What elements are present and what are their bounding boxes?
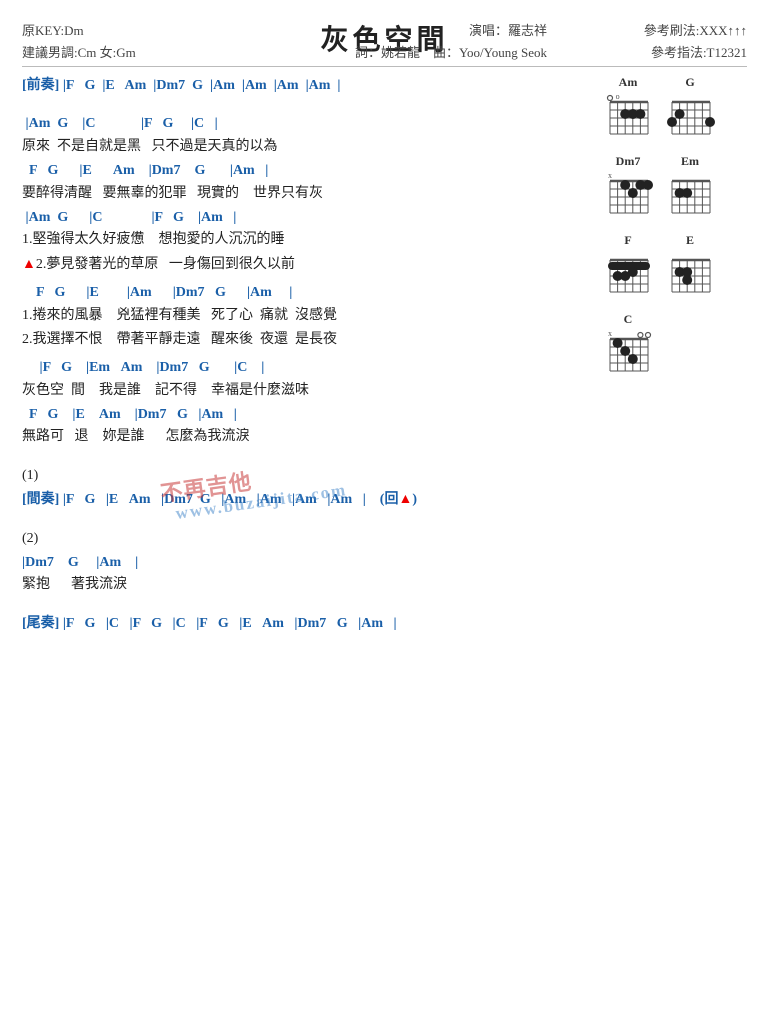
dm7-label: Dm7 (616, 154, 641, 169)
am-svg: o (602, 92, 654, 144)
em-label: Em (681, 154, 699, 169)
verse1-chord3: |Am G |C |F G |Am | (22, 207, 592, 229)
f-grid (602, 250, 654, 302)
bridge-chord1: |F G |Em Am |Dm7 G |C | (22, 357, 592, 379)
key-info: 原KEY:Dm 建議男調:Cm 女:Gm (22, 20, 136, 64)
c-grid: x (602, 329, 654, 381)
interlude-section: (1) [間奏] |F G |E Am |Dm7 G |Am |Am |Am |… (22, 465, 592, 512)
ref-info: 參考刷法:XXX↑↑↑ 參考指法:T12321 (644, 20, 747, 64)
chorus-chord1: F G |E |Am |Dm7 G |Am | (22, 282, 592, 304)
chord-am: Am (602, 75, 654, 144)
performer: 演唱：羅志祥 (355, 20, 547, 42)
main-content: [前奏] |F G |E Am |Dm7 G |Am |Am |Am |Am |… (22, 75, 747, 641)
section2-lyric: 緊抱 著我流淚 (22, 574, 592, 596)
dm7-svg: x (602, 171, 654, 223)
bridge-lyric2: 無路可 退 妳是誰 怎麼為我流淚 (22, 426, 592, 448)
dm7-grid: x (602, 171, 654, 223)
outro-label: [尾奏] (22, 616, 59, 631)
svg-text:x: x (608, 329, 612, 338)
svg-text:x: x (608, 171, 612, 180)
f-svg (602, 250, 654, 302)
am-grid: o (602, 92, 654, 144)
am-label: Am (619, 75, 638, 90)
bridge-section: |F G |Em Am |Dm7 G |C | 灰色空 間 我是誰 記不得 幸福… (22, 357, 592, 449)
intro-section: [前奏] |F G |E Am |Dm7 G |Am |Am |Am |Am | (22, 75, 592, 97)
em-svg (664, 171, 716, 223)
composed-by: 曲：Yoo/Young Seok (433, 45, 547, 60)
bridge-lyric1: 灰色空 間 我是誰 記不得 幸福是什麼滋味 (22, 380, 592, 402)
verse1-lyric3-1: 1.堅強得太久好疲憊 想抱愛的人沉沉的睡 (22, 229, 592, 251)
chord-c: C (602, 312, 654, 381)
e-label: E (686, 233, 694, 248)
diagram-row-1: Am (602, 75, 747, 144)
interlude-label: (1) (22, 465, 592, 487)
verse1-lyric3-2: ▲2.夢見發著光的草原 一身傷回到很久以前 (22, 254, 592, 276)
song-body: [前奏] |F G |E Am |Dm7 G |Am |Am |Am |Am |… (22, 75, 592, 641)
verse1-section: |Am G |C |F G |C | 原來 不是自就是黑 只不過是天真的以為 F… (22, 113, 592, 276)
section2: (2) |Dm7 G |Am | 緊抱 著我流淚 (22, 528, 592, 597)
fingering: 參考指法:T12321 (644, 42, 747, 64)
chorus-lyric2: 2.我選擇不恨 帶著平靜走遠 醒來後 夜還 是長夜 (22, 329, 592, 351)
diagram-row-2: Dm7 (602, 154, 747, 223)
suggested-key: 建議男調:Cm 女:Gm (22, 42, 136, 64)
verse1-lyric2: 要醉得清醒 要無辜的犯罪 現實的 世界只有灰 (22, 183, 592, 205)
chord-diagrams: Am (592, 75, 747, 641)
g-grid (664, 92, 716, 144)
chord-em: Em (664, 154, 716, 223)
chorus-section: F G |E |Am |Dm7 G |Am | 1.捲來的風暴 兇猛裡有種美 死… (22, 282, 592, 351)
g-label: G (685, 75, 694, 90)
intro-label: [前奏] (22, 78, 59, 93)
verse1-chord2: F G |E Am |Dm7 G |Am | (22, 160, 592, 182)
strumming: 參考刷法:XXX↑↑↑ (644, 20, 747, 42)
f-label: F (624, 233, 631, 248)
bridge-chord2: F G |E Am |Dm7 G |Am | (22, 404, 592, 426)
chord-f: F (602, 233, 654, 302)
interlude-line: [間奏] |F G |E Am |Dm7 G |Am |Am |Am |Am |… (22, 489, 592, 511)
verse1-lyric3-2-text: 2.夢見發著光的草原 一身傷回到很久以前 (36, 257, 295, 272)
g-svg (664, 92, 716, 144)
chord-dm7: Dm7 (602, 154, 654, 223)
outro-section: [尾奏] |F G |C |F G |C |F G |E Am |Dm7 G |… (22, 613, 592, 635)
section2-chords: |Dm7 G |Am | (22, 552, 592, 574)
header-divider (22, 66, 747, 67)
em-grid (664, 171, 716, 223)
lyrics-by: 詞：姚若龍 (355, 45, 420, 60)
page: 原KEY:Dm 建議男調:Cm 女:Gm 灰色空間 演唱：羅志祥 詞：姚若龍 曲… (0, 0, 769, 1013)
verse1-chord1: |Am G |C |F G |C | (22, 113, 592, 135)
chord-e: E (664, 233, 716, 302)
svg-text:o: o (616, 92, 620, 101)
chorus-lyric1: 1.捲來的風暴 兇猛裡有種美 死了心 痛就 沒感覺 (22, 305, 592, 327)
diagram-row-3: F (602, 233, 747, 302)
header: 原KEY:Dm 建議男調:Cm 女:Gm 灰色空間 演唱：羅志祥 詞：姚若龍 曲… (22, 18, 747, 58)
original-key: 原KEY:Dm (22, 20, 136, 42)
e-grid (664, 250, 716, 302)
diagram-row-4: C (602, 312, 747, 381)
e-svg (664, 250, 716, 302)
chord-g: G (664, 75, 716, 144)
c-label: C (624, 312, 633, 327)
c-svg: x (602, 329, 654, 381)
performer-info: 演唱：羅志祥 詞：姚若龍 曲：Yoo/Young Seok (355, 20, 547, 64)
verse1-lyric1: 原來 不是自就是黑 只不過是天真的以為 (22, 136, 592, 158)
intro-chord-line: [前奏] |F G |E Am |Dm7 G |Am |Am |Am |Am | (22, 75, 592, 97)
lyrics-composed: 詞：姚若龍 曲：Yoo/Young Seok (355, 42, 547, 64)
section2-label: (2) (22, 528, 592, 550)
outro-line: [尾奏] |F G |C |F G |C |F G |E Am |Dm7 G |… (22, 613, 592, 635)
